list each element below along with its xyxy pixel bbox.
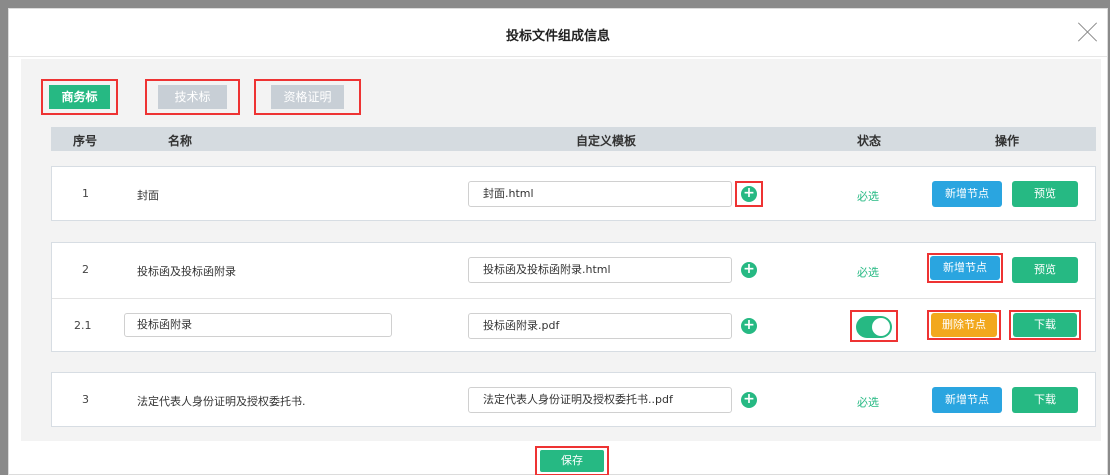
row-no: 2 [82,263,89,276]
row-name: 封面 [137,189,159,202]
add-node-button[interactable]: 新增节点 [932,181,1002,207]
row-no: 1 [82,187,89,200]
row-no: 2.1 [74,319,92,332]
plus-circle-icon[interactable]: + [741,392,757,408]
col-name: 名称 [168,134,193,148]
plus-circle-icon[interactable]: + [741,186,757,202]
col-actions: 操作 [995,134,1020,148]
name-field[interactable]: 投标函附录 [124,313,392,337]
table-row: 3 法定代表人身份证明及授权委托书. 法定代表人身份证明及授权委托书..pdf … [52,373,1095,428]
row-no: 3 [82,393,89,406]
table-header: 序号 名称 自定义模板 状态 操作 [51,127,1096,151]
tab-business-label: 商务标 [49,85,110,109]
add-node-button[interactable]: 新增节点 [930,256,1000,280]
plus-circle-icon[interactable]: + [741,262,757,278]
dialog-title: 投标文件组成信息 [505,29,610,44]
row-name: 法定代表人身份证明及授权委托书. [137,395,306,408]
close-icon[interactable] [1077,21,1099,43]
row-name: 投标函及投标函附录 [137,265,236,278]
template-field[interactable]: 投标函附录.pdf [468,313,732,339]
dialog: 投标文件组成信息 商务标 技术标 资格证明 序号 名称 自定义模板 状态 操作 [8,8,1108,475]
plus-circle-icon[interactable]: + [741,318,757,334]
template-field[interactable]: 法定代表人身份证明及授权委托书..pdf [468,387,732,413]
download-button[interactable]: 下载 [1012,387,1078,413]
status-text: 必选 [857,266,879,279]
table-row: 2.1 投标函附录 投标函附录.pdf + 删除节点 下载 [52,298,1095,353]
tab-qualification-label: 资格证明 [271,85,344,109]
tab-business[interactable]: 商务标 [41,79,118,115]
tab-technical[interactable]: 技术标 [145,79,240,115]
toggle-knob [872,318,890,336]
template-field[interactable]: 封面.html [468,181,732,207]
status-text: 必选 [857,190,879,203]
preview-button[interactable]: 预览 [1012,257,1078,283]
download-button[interactable]: 下载 [1013,313,1077,337]
dialog-body: 商务标 技术标 资格证明 序号 名称 自定义模板 状态 操作 1 封面 封面.h… [21,59,1101,441]
preview-button[interactable]: 预览 [1012,181,1078,207]
template-field[interactable]: 投标函及投标函附录.html [468,257,732,283]
delete-node-button[interactable]: 删除节点 [931,313,997,337]
group-1: 1 封面 封面.html + 必选 新增节点 预览 [51,166,1096,221]
toggle-switch-icon[interactable] [856,316,892,338]
table-row: 1 封面 封面.html + 必选 新增节点 预览 [52,167,1095,222]
col-no: 序号 [73,134,98,148]
group-2: 2 投标函及投标函附录 投标函及投标函附录.html + 必选 新增节点 预览 … [51,242,1096,352]
col-template: 自定义模板 [576,134,637,148]
tab-qualification[interactable]: 资格证明 [254,79,361,115]
status-text: 必选 [857,396,879,409]
dialog-header: 投标文件组成信息 [9,9,1107,57]
table-row: 2 投标函及投标函附录 投标函及投标函附录.html + 必选 新增节点 预览 [52,243,1095,298]
tab-technical-label: 技术标 [158,85,227,109]
group-3: 3 法定代表人身份证明及授权委托书. 法定代表人身份证明及授权委托书..pdf … [51,372,1096,427]
save-button[interactable]: 保存 [540,450,604,472]
add-node-button[interactable]: 新增节点 [932,387,1002,413]
col-status: 状态 [857,134,882,148]
